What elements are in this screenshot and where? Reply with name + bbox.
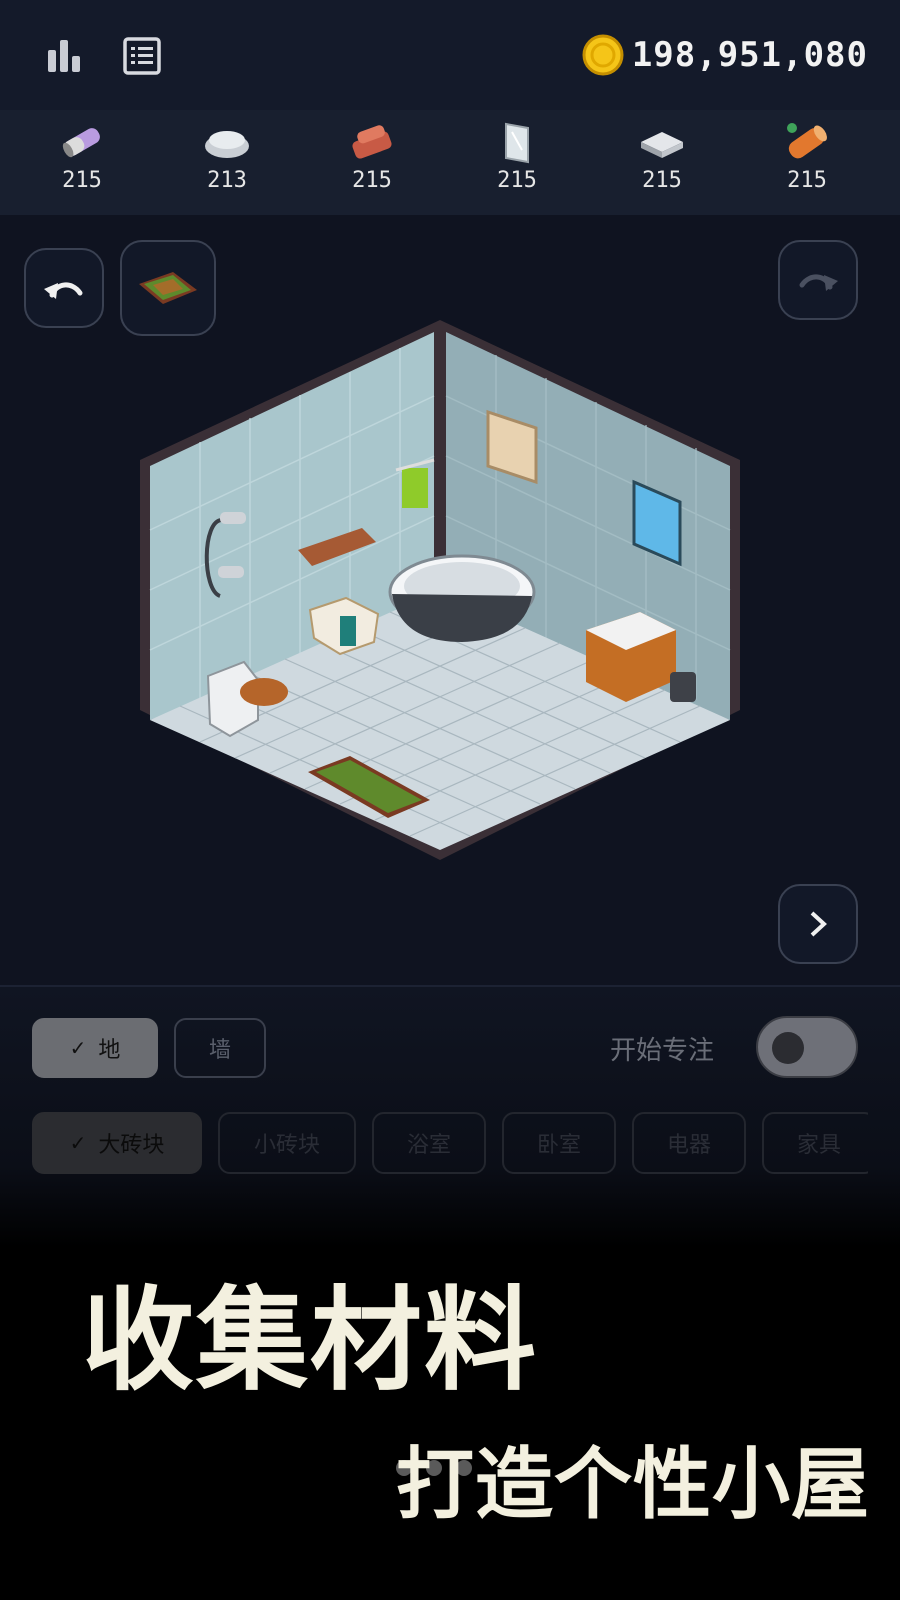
bar-chart-icon[interactable] xyxy=(44,36,84,76)
check-icon: ✓ xyxy=(69,1131,87,1155)
material-item[interactable]: 215 xyxy=(757,120,857,193)
rug-icon xyxy=(139,272,197,304)
check-icon: ✓ xyxy=(69,1036,87,1060)
top-bar: 198,951,080 xyxy=(0,0,900,110)
isometric-room[interactable] xyxy=(140,320,760,880)
stone-material-icon xyxy=(205,131,249,158)
toggle-knob xyxy=(772,1032,804,1064)
category-large-tiles[interactable]: ✓ 大砖块 xyxy=(32,1112,202,1174)
chevron-right-icon xyxy=(810,911,827,937)
coin-balance: 198,951,080 xyxy=(582,30,868,80)
category-label: 家具 xyxy=(796,1133,841,1158)
material-count: 213 xyxy=(207,168,247,193)
tab-floor-label: 地 xyxy=(98,1038,121,1063)
material-item[interactable]: 215 xyxy=(467,120,567,193)
category-label: 浴室 xyxy=(406,1133,451,1158)
material-item[interactable]: 215 xyxy=(32,120,132,193)
material-item[interactable]: 215 xyxy=(322,120,422,193)
undo-icon xyxy=(44,282,83,299)
category-label: 电器 xyxy=(666,1133,711,1158)
category-row: ✓ 大砖块 小砖块 浴室 卧室 电器 家具 xyxy=(32,1112,868,1174)
pipe-material-icon xyxy=(62,128,100,158)
material-count: 215 xyxy=(642,168,682,193)
promo-headline: 收集材料 xyxy=(82,1276,538,1406)
category-small-tiles[interactable]: 小砖块 xyxy=(218,1112,356,1174)
redo-icon xyxy=(799,274,838,291)
category-label: 大砖块 xyxy=(98,1133,165,1158)
material-count: 215 xyxy=(497,168,537,193)
material-count: 215 xyxy=(62,168,102,193)
focus-label: 开始专注 xyxy=(609,1036,714,1066)
category-label: 卧室 xyxy=(536,1133,581,1158)
material-item[interactable]: 213 xyxy=(177,120,277,193)
category-bathroom[interactable]: 浴室 xyxy=(372,1112,486,1174)
category-label: 小砖块 xyxy=(253,1133,320,1158)
metal-material-icon xyxy=(641,132,683,158)
promo-subline: 打造个性小屋 xyxy=(396,1440,871,1530)
wood-material-icon xyxy=(787,123,827,159)
redo-button[interactable] xyxy=(778,240,858,320)
brick-material-icon xyxy=(352,125,392,159)
coin-amount: 198,951,080 xyxy=(631,35,868,75)
tab-floor[interactable]: ✓ 地 xyxy=(32,1018,158,1078)
list-icon[interactable] xyxy=(122,36,162,76)
gold-coin-icon xyxy=(582,34,624,76)
materials-bar: 215 213 215 215 215 215 xyxy=(0,110,900,215)
tab-wall[interactable]: 墙 xyxy=(174,1018,266,1078)
material-count: 215 xyxy=(787,168,827,193)
undo-button[interactable] xyxy=(24,248,104,328)
category-furniture[interactable]: 家具 xyxy=(762,1112,868,1174)
category-appliances[interactable]: 电器 xyxy=(632,1112,746,1174)
next-room-button[interactable] xyxy=(778,884,858,964)
category-bedroom[interactable]: 卧室 xyxy=(502,1112,616,1174)
tab-wall-label: 墙 xyxy=(208,1038,231,1063)
material-count: 215 xyxy=(352,168,392,193)
focus-toggle[interactable] xyxy=(756,1016,858,1078)
glass-material-icon xyxy=(505,122,529,164)
material-item[interactable]: 215 xyxy=(612,120,712,193)
